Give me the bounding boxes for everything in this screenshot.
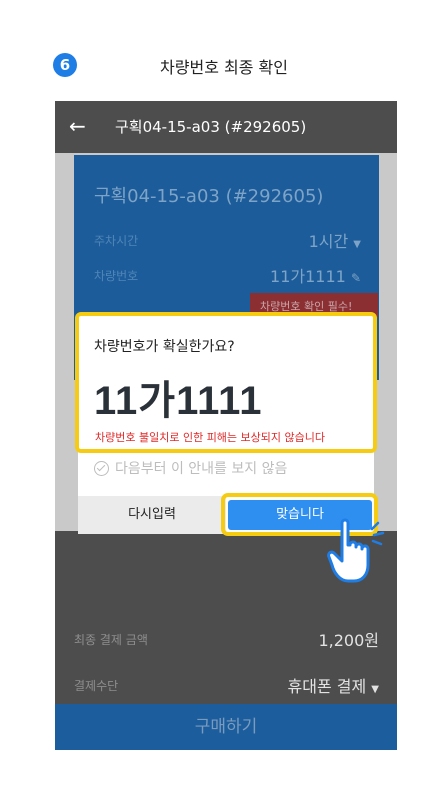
- reenter-button[interactable]: 다시입력: [78, 496, 226, 534]
- app-header: ← 구획04-15-a03 (#292605): [55, 101, 397, 153]
- method-value: 휴대폰 결제: [287, 677, 367, 696]
- back-arrow-icon[interactable]: ←: [69, 115, 91, 137]
- plate-field[interactable]: 11가1111 ✎: [270, 263, 361, 287]
- header-title: 구획04-15-a03 (#292605): [115, 118, 307, 136]
- plate-value: 11가1111: [270, 267, 346, 286]
- total-value: 1,200원: [318, 631, 379, 650]
- pointing-hand-icon: [327, 518, 385, 583]
- plate-label: 차량번호: [94, 269, 139, 283]
- method-select[interactable]: 휴대폰 결제 ▼: [288, 673, 379, 697]
- pencil-icon: ✎: [350, 271, 361, 285]
- highlight-frame: [75, 312, 377, 453]
- chevron-down-icon: ▼: [353, 239, 361, 250]
- card-title: 구획04-15-a03 (#292605): [94, 186, 324, 207]
- step-title: 차량번호 최종 확인: [160, 58, 288, 77]
- method-label: 결제수단: [74, 679, 119, 693]
- parking-time-select[interactable]: 1시간 ▼: [309, 228, 361, 252]
- chevron-down-icon: ▼: [371, 684, 379, 695]
- total-label: 최종 결제 금액: [74, 633, 148, 647]
- check-circle-icon: [94, 460, 109, 476]
- dont-show-label: 다음부터 이 안내를 보지 않음: [115, 461, 288, 477]
- buy-button[interactable]: 구매하기: [55, 704, 397, 750]
- dont-show-checkbox[interactable]: 다음부터 이 안내를 보지 않음: [94, 458, 287, 478]
- parking-time-value: 1시간: [308, 232, 349, 251]
- parking-time-label: 주차시간: [94, 234, 139, 248]
